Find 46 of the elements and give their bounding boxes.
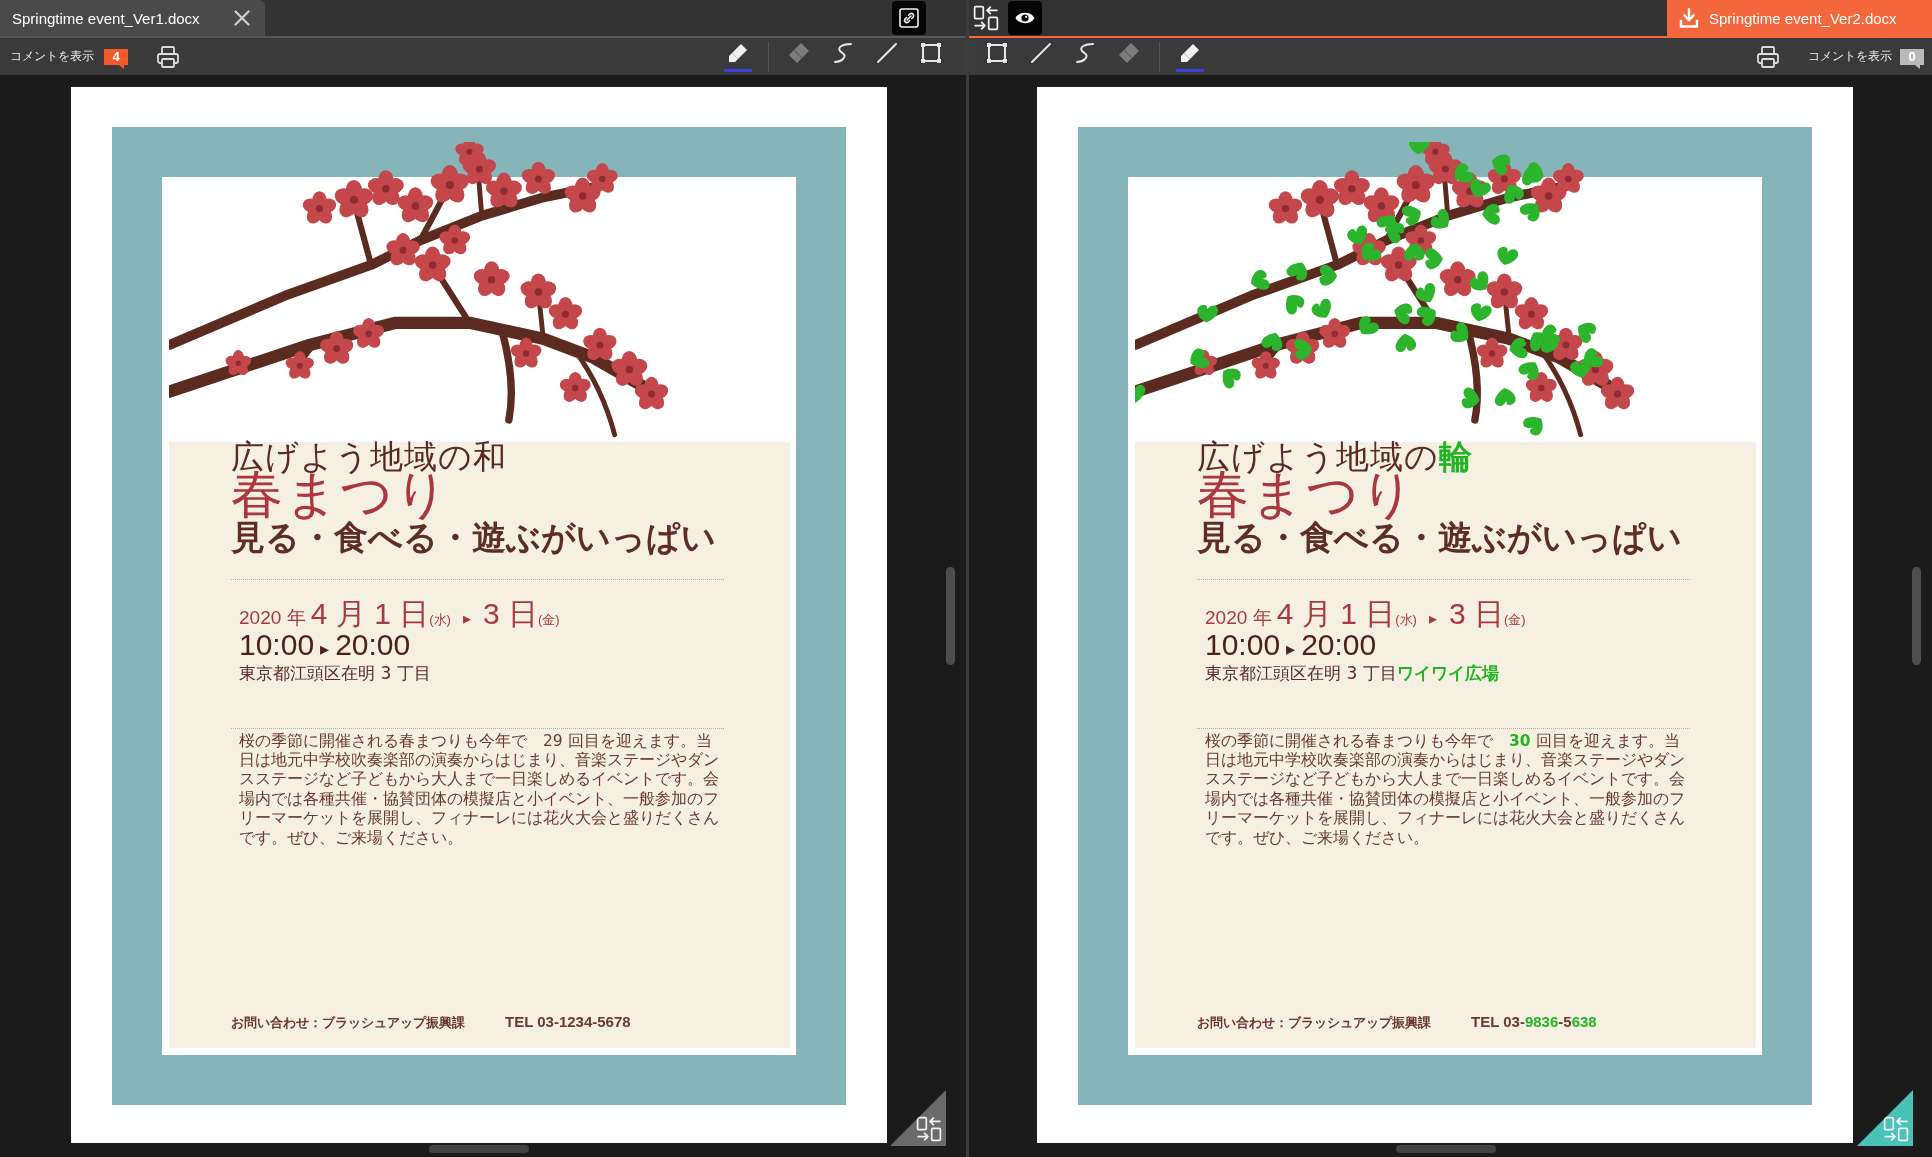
freehand-icon [833,42,853,64]
line-icon [1030,42,1052,64]
event-date: 2020 年 4 月 1 日(水) ▸ 3 日(金) [239,598,560,630]
event-address: 東京都江頭区在明 3 丁目 ワイワイ広場 [1205,661,1499,684]
event-description: 桜の季節に開催される春まつりも今年で 29 回目を迎えます。当 日は地元中学校吹奏楽部の演奏からはじまり、音楽ステージやダン スステージなど子どもから大人まで一日楽しめるイベントです。会 場内では各種共催・協賛団体の模擬店と小イベント、一般参加のフ リーマーケットを展開し、フィナーレには花火大会と盛りだくさん です。ぜひ、ご来場ください。 [239,731,719,849]
contact-text: お問い合わせ：ブラッシュアップ振興課 [231,1014,465,1032]
close-icon [234,10,250,26]
swap-arrows-icon [1883,1116,1909,1142]
rectangle-icon [920,42,942,64]
link-icon [899,8,919,28]
eraser-icon [1118,42,1140,64]
highlighter-icon [728,43,748,63]
swap-arrows-icon [973,5,999,31]
event-description: 桜の季節に開催される春まつりも今年で 30 回目を迎えます。当 日は地元中学校吹奏楽部の演奏からはじまり、音楽ステージやダン スステージなど子どもから大人まで一日楽しめるイベントです。会 場内では各種共催・協賛団体の模擬店と小イベント、一般参加のフ リーマーケットを展開し、フィナーレには花火大会と盛りだくさん です。ぜひ、ご来場ください。 [1205,731,1685,849]
highlighter-tool-button[interactable] [1176,41,1204,72]
event-time: 10:00 ▸ 20:00 [239,629,411,660]
eye-toggle-button[interactable] [1008,1,1042,35]
swap-corner-button[interactable] [890,1090,946,1146]
highlighter-tool-button[interactable] [724,41,752,72]
show-comments-button[interactable]: コメントを表示 [1808,48,1892,65]
show-comments-button[interactable]: コメントを表示 [10,48,94,65]
printer-icon [1756,44,1780,69]
scrollbar-thumb[interactable] [946,567,955,665]
download-icon [1679,8,1699,28]
eraser-icon [788,42,810,64]
scrollbar-thumb[interactable] [429,1145,529,1153]
swap-arrows-icon [916,1116,942,1142]
line-icon [876,42,898,64]
scrollbar-thumb[interactable] [1912,567,1921,665]
file-tab[interactable]: Springtime event_Ver1.docx [0,0,265,36]
contact-text: お問い合わせ：ブラッシュアップ振興課 [1197,1014,1431,1032]
highlighter-icon [1180,43,1200,63]
phone-number: TEL 03-9836-5638 [1471,1013,1597,1030]
event-date: 2020 年 4 月 1 日(水) ▸ 3 日(金) [1205,598,1526,630]
catchphrase: 見る・食べる・遊ぶがいっぱい [231,520,716,554]
eye-icon [1015,11,1035,25]
rectangle-icon [986,42,1008,64]
event-time: 10:00 ▸ 20:00 [1205,629,1377,660]
freehand-icon [1075,42,1095,64]
scrollbar-thumb[interactable] [1396,1145,1496,1153]
catchphrase: 見る・食べる・遊ぶがいっぱい [1197,520,1682,554]
printer-icon [156,44,180,69]
event-address: 東京都江頭区在明 3 丁目 [239,661,431,684]
close-button[interactable] [231,7,253,29]
link-toggle-button[interactable] [892,1,926,35]
phone-number: TEL 03-1234-5678 [505,1013,631,1030]
